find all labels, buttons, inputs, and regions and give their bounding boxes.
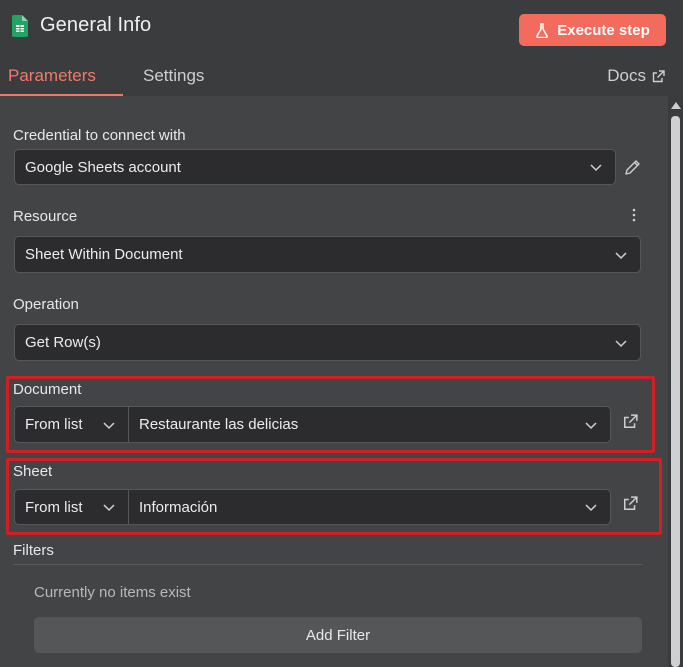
node-title: General Info — [40, 14, 152, 36]
external-link-icon — [623, 496, 638, 511]
resource-select[interactable]: Sheet Within Document — [14, 236, 641, 273]
sheet-label: Sheet — [13, 463, 53, 480]
execute-step-label: Execute step — [557, 21, 650, 39]
document-mode-select[interactable]: From list — [15, 407, 129, 442]
options-menu-icon[interactable] — [630, 208, 638, 222]
resource-value: Sheet Within Document — [25, 246, 183, 263]
chevron-down-icon — [103, 421, 115, 429]
operation-select[interactable]: Get Row(s) — [14, 324, 641, 361]
tab-parameters[interactable]: Parameters — [8, 66, 96, 86]
operation-label: Operation — [13, 296, 79, 313]
sheet-mode-value: From list — [25, 498, 83, 516]
operation-value: Get Row(s) — [25, 334, 101, 351]
title-row: General Info — [12, 14, 151, 37]
filters-divider — [13, 564, 642, 565]
add-filter-button[interactable]: Add Filter — [34, 617, 642, 653]
credential-select[interactable]: Google Sheets account — [14, 149, 616, 185]
google-sheets-icon — [12, 14, 28, 37]
chevron-down-icon — [615, 339, 627, 347]
sheet-value: Información — [139, 498, 218, 516]
pencil-icon — [625, 160, 640, 175]
sheet-select[interactable]: Información — [129, 490, 610, 524]
add-filter-label: Add Filter — [305, 626, 371, 644]
filters-empty-text: Currently no items exist — [34, 584, 191, 601]
open-document-button[interactable] — [623, 414, 638, 434]
document-mode-value: From list — [25, 416, 83, 433]
chevron-down-icon — [585, 421, 597, 429]
filters-label: Filters — [13, 542, 54, 559]
external-link-icon — [652, 69, 665, 82]
scrollbar-thumb[interactable] — [671, 116, 680, 667]
document-resource-locator: From list Restaurante las delicias — [14, 406, 611, 443]
scroll-up-arrow-icon[interactable] — [671, 102, 681, 109]
docs-label: Docs — [607, 66, 646, 85]
node-header: General Info Execute step Parameters Set… — [0, 0, 683, 96]
document-value: Restaurante las delicias — [139, 416, 299, 433]
chevron-down-icon — [590, 164, 602, 172]
tabs-bar: Parameters Settings Docs — [0, 62, 683, 96]
resource-label: Resource — [13, 208, 78, 225]
chevron-down-icon — [585, 504, 597, 512]
parameters-panel: Credential to connect with Google Sheets… — [0, 96, 668, 667]
external-link-icon — [623, 414, 638, 429]
chevron-down-icon — [615, 251, 627, 259]
sheet-resource-locator: From list Información — [14, 489, 611, 525]
tab-settings[interactable]: Settings — [143, 66, 204, 86]
sheet-mode-select[interactable]: From list — [15, 490, 129, 524]
credential-label: Credential to connect with — [13, 127, 186, 144]
chevron-down-icon — [103, 504, 115, 512]
execute-step-button[interactable]: Execute step — [519, 14, 666, 46]
edit-credential-button[interactable] — [624, 159, 641, 181]
document-select[interactable]: Restaurante las delicias — [129, 407, 610, 442]
document-label: Document — [13, 381, 82, 398]
scrollbar[interactable] — [668, 96, 683, 667]
flask-icon — [536, 22, 549, 38]
credential-value: Google Sheets account — [25, 158, 181, 176]
open-sheet-button[interactable] — [623, 496, 638, 516]
docs-link[interactable]: Docs — [607, 66, 665, 86]
